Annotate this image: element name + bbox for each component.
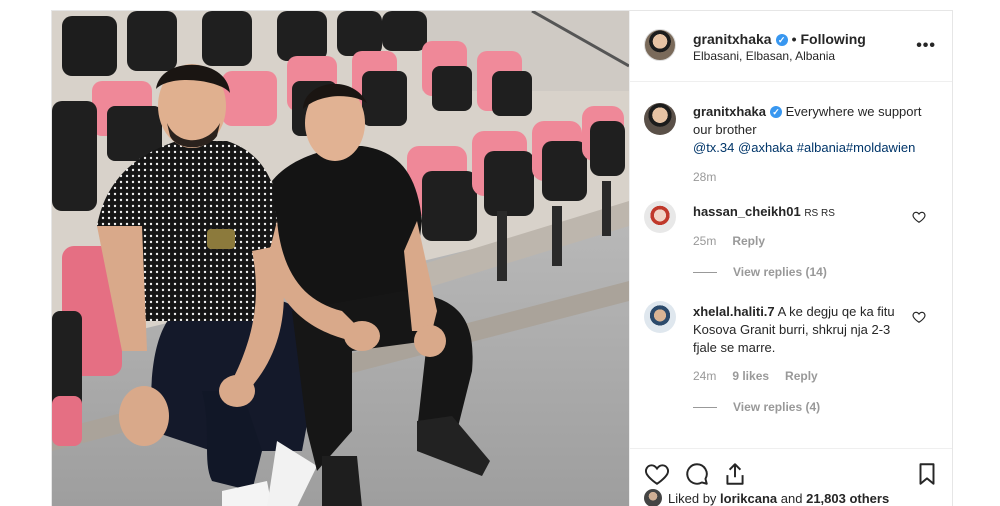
post-photo[interactable] xyxy=(52,11,629,506)
caption-avatar[interactable] xyxy=(644,103,676,135)
liker-avatar[interactable] xyxy=(644,489,662,506)
reply-button[interactable]: Reply xyxy=(785,369,818,383)
more-options-icon[interactable]: ••• xyxy=(916,37,936,55)
likes-count[interactable]: 21,803 others xyxy=(806,491,889,506)
comment-text: hassan_cheikh01 RS RS xyxy=(693,203,913,223)
likes-prefix: Liked by xyxy=(668,491,717,506)
comment-time[interactable]: 25m xyxy=(693,234,716,248)
comment-body: RS RS xyxy=(804,208,835,219)
post-location[interactable]: Elbasani, Elbasan, Albania xyxy=(693,49,835,63)
comment-icon[interactable] xyxy=(684,461,710,487)
view-replies-label: View replies (4) xyxy=(733,400,821,414)
verified-badge-icon: ✓ xyxy=(775,34,788,46)
comment-username[interactable]: xhelal.haliti.7 xyxy=(693,304,775,319)
instagram-post: granitxhaka ✓ • Following Elbasani, Elbasan… xyxy=(51,10,953,506)
caption-text: granitxhaka ✓ Everywhere we support our b… xyxy=(693,103,933,157)
post-sidebar: granitxhaka ✓ • Following Elbasani, Elbasan… xyxy=(629,11,952,506)
likes-and: and xyxy=(780,491,803,506)
view-replies-button[interactable]: View replies (4) xyxy=(693,400,820,414)
photo-scene xyxy=(52,11,629,506)
page: granitxhaka ✓ • Following Elbasani, Elbasan… xyxy=(0,0,1000,506)
verified-badge-icon: ✓ xyxy=(769,106,782,118)
author-username[interactable]: granitxhaka xyxy=(693,31,772,47)
comment-like-heart-icon[interactable] xyxy=(912,210,926,224)
mention-link[interactable]: @axhaka xyxy=(738,140,793,155)
author-line: granitxhaka ✓ • Following xyxy=(693,31,866,47)
author-avatar[interactable] xyxy=(644,29,676,61)
comment-meta: 25m Reply xyxy=(693,234,765,248)
comment-likes[interactable]: 9 likes xyxy=(732,369,769,383)
comment-text: xhelal.haliti.7 A ke degju qe ka fitu Ko… xyxy=(693,303,913,357)
caption-time[interactable]: 28m xyxy=(693,170,716,184)
share-icon[interactable] xyxy=(722,461,748,487)
liker-username[interactable]: lorikcana xyxy=(720,491,777,506)
caption-username[interactable]: granitxhaka xyxy=(693,104,766,119)
bookmark-icon[interactable] xyxy=(914,461,940,487)
view-replies-label: View replies (14) xyxy=(733,265,827,279)
view-replies-button[interactable]: View replies (14) xyxy=(693,265,827,279)
likes-summary: Liked by lorikcana and 21,803 others xyxy=(644,489,889,506)
following-button[interactable]: Following xyxy=(801,31,866,47)
comment-username[interactable]: hassan_cheikh01 xyxy=(693,204,801,219)
replies-divider xyxy=(693,407,717,409)
replies-divider xyxy=(693,272,717,274)
comment-time[interactable]: 24m xyxy=(693,369,716,383)
post-header: granitxhaka ✓ • Following Elbasani, Elbasan… xyxy=(630,11,952,82)
comment-avatar[interactable] xyxy=(644,301,676,333)
comment-like-heart-icon[interactable] xyxy=(912,310,926,324)
mention-link[interactable]: @tx.34 xyxy=(693,140,734,155)
reply-button[interactable]: Reply xyxy=(732,234,765,248)
heart-icon[interactable] xyxy=(644,461,670,487)
hashtag-link[interactable]: #albania#moldawien xyxy=(797,140,916,155)
separator-dot: • xyxy=(791,31,797,47)
comment-meta: 24m 9 likes Reply xyxy=(693,369,818,383)
comment-avatar[interactable] xyxy=(644,201,676,233)
